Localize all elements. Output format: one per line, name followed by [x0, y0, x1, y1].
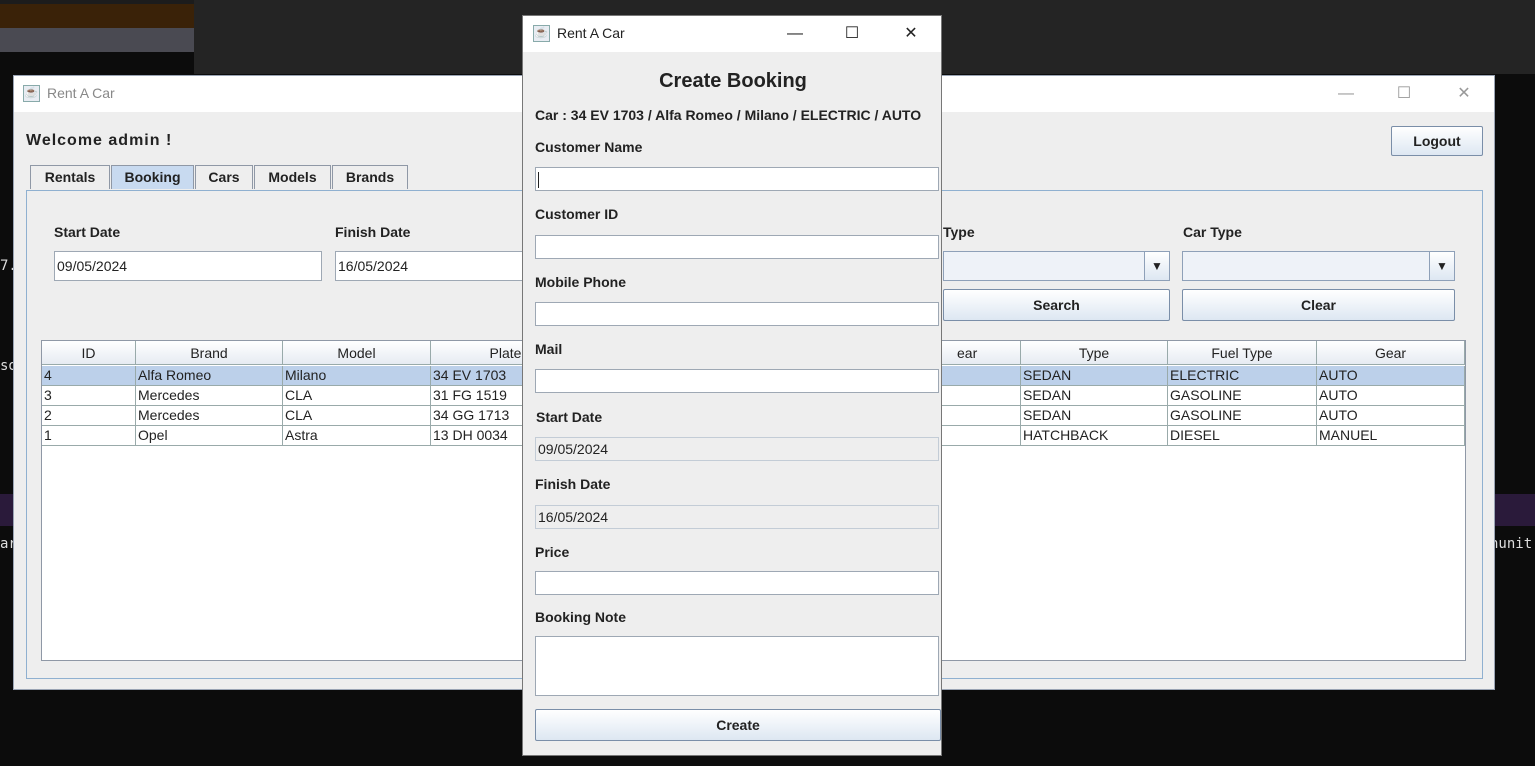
- close-icon[interactable]: ✕: [889, 21, 933, 47]
- finish-date-label: Finish Date: [335, 224, 411, 240]
- mobile-phone-field[interactable]: [535, 302, 939, 326]
- tab-booking[interactable]: Booking: [111, 165, 194, 189]
- car-type-select[interactable]: ▼: [1182, 251, 1455, 281]
- cell-fuel: ELECTRIC: [1168, 366, 1317, 386]
- price-field[interactable]: [535, 571, 939, 595]
- cell-id: 1: [42, 426, 136, 446]
- maximize-icon[interactable]: ☐: [1382, 81, 1426, 107]
- price-label: Price: [535, 544, 570, 560]
- customer-name-field[interactable]: [535, 167, 939, 191]
- minimize-icon[interactable]: —: [773, 21, 817, 47]
- tab-models[interactable]: Models: [254, 165, 331, 189]
- text-cursor: [538, 172, 539, 189]
- customer-name-label: Customer Name: [535, 139, 643, 155]
- cell-brand: Opel: [136, 426, 283, 446]
- cell-brand: Mercedes: [136, 386, 283, 406]
- search-button[interactable]: Search: [943, 289, 1170, 321]
- dialog-titlebar: ☕ Rent A Car — ☐ ✕: [523, 16, 941, 52]
- booking-note-label: Booking Note: [535, 609, 626, 625]
- java-app-icon: ☕: [23, 85, 40, 102]
- dialog-heading: Create Booking: [659, 70, 807, 92]
- start-date-field[interactable]: 09/05/2024: [54, 251, 322, 281]
- customer-id-label: Customer ID: [535, 206, 619, 222]
- background-text: nunit: [1490, 536, 1533, 552]
- cell-id: 2: [42, 406, 136, 426]
- cell-type: SEDAN: [1021, 406, 1168, 426]
- window-title: Rent A Car: [47, 85, 115, 101]
- column-header-gear[interactable]: Gear: [1317, 341, 1465, 365]
- start-date-label: Start Date: [54, 224, 121, 240]
- cell-fuel: GASOLINE: [1168, 386, 1317, 406]
- column-header-fuel-type[interactable]: Fuel Type: [1168, 341, 1317, 365]
- dialog-window-title: Rent A Car: [557, 25, 625, 41]
- cell-type: HATCHBACK: [1021, 426, 1168, 446]
- cell-brand: Mercedes: [136, 406, 283, 426]
- background-strip: [0, 4, 194, 28]
- start-date-field: 09/05/2024: [535, 437, 939, 461]
- finish-date-field[interactable]: 16/05/2024: [335, 251, 525, 281]
- car-info: Car : 34 EV 1703 / Alfa Romeo / Milano /…: [535, 107, 922, 123]
- column-header-model[interactable]: Model: [283, 341, 431, 365]
- fuel-type-label: Type: [943, 224, 975, 240]
- mail-field[interactable]: [535, 369, 939, 393]
- cell-type: SEDAN: [1021, 386, 1168, 406]
- cell-brand: Alfa Romeo: [136, 366, 283, 386]
- clear-button[interactable]: Clear: [1182, 289, 1455, 321]
- cell-gear: MANUEL: [1317, 426, 1465, 446]
- car-type-label: Car Type: [1183, 224, 1242, 240]
- cell-gear: AUTO: [1317, 386, 1465, 406]
- tab-rentals[interactable]: Rentals: [30, 165, 110, 189]
- cell-fuel: DIESEL: [1168, 426, 1317, 446]
- tab-brands[interactable]: Brands: [332, 165, 408, 189]
- maximize-icon[interactable]: ☐: [830, 21, 874, 47]
- background-strip: [0, 28, 194, 52]
- column-header-type[interactable]: Type: [1021, 341, 1168, 365]
- column-header-brand[interactable]: Brand: [136, 341, 283, 365]
- finish-date-field: 16/05/2024: [535, 505, 939, 529]
- cell-fuel: GASOLINE: [1168, 406, 1317, 426]
- booking-note-textarea[interactable]: [535, 636, 939, 696]
- finish-date-label: Finish Date: [535, 476, 611, 492]
- close-icon[interactable]: ✕: [1442, 81, 1486, 107]
- java-app-icon: ☕: [533, 25, 550, 42]
- welcome-text: Welcome admin !: [26, 132, 173, 149]
- create-button[interactable]: Create: [535, 709, 941, 741]
- logout-button[interactable]: Logout: [1391, 126, 1483, 156]
- mail-label: Mail: [535, 341, 563, 357]
- cell-id: 3: [42, 386, 136, 406]
- customer-id-field[interactable]: [535, 235, 939, 259]
- create-booking-dialog: ☕ Rent A Car — ☐ ✕ Create Booking Car : …: [522, 15, 942, 756]
- cell-model: CLA: [283, 406, 431, 426]
- chevron-down-icon[interactable]: ▼: [1144, 252, 1169, 280]
- start-date-label: Start Date: [536, 409, 603, 425]
- column-header-id[interactable]: ID: [42, 341, 136, 365]
- cell-type: SEDAN: [1021, 366, 1168, 386]
- cell-id: 4: [42, 366, 136, 386]
- minimize-icon[interactable]: —: [1324, 81, 1368, 107]
- tab-cars[interactable]: Cars: [195, 165, 253, 189]
- cell-model: Astra: [283, 426, 431, 446]
- mobile-phone-label: Mobile Phone: [535, 274, 626, 290]
- cell-gear: AUTO: [1317, 366, 1465, 386]
- cell-model: Milano: [283, 366, 431, 386]
- cell-gear: AUTO: [1317, 406, 1465, 426]
- fuel-type-select[interactable]: ▼: [943, 251, 1170, 281]
- chevron-down-icon[interactable]: ▼: [1429, 252, 1454, 280]
- cell-model: CLA: [283, 386, 431, 406]
